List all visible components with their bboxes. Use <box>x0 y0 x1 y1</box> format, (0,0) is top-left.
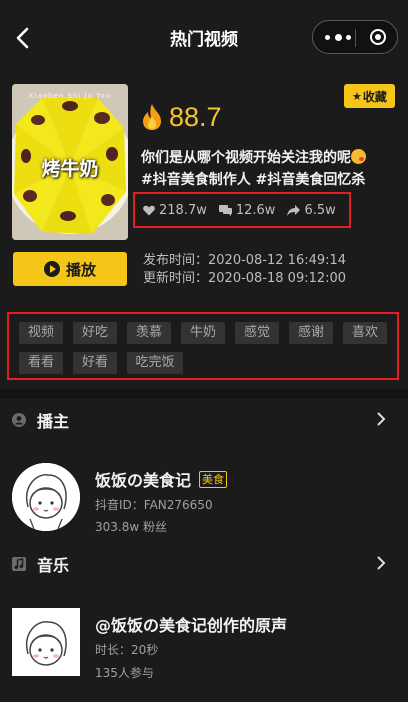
tag-item[interactable]: 好吃 <box>73 322 117 344</box>
video-stats: 218.7w 12.6w 6.5w <box>133 192 351 228</box>
music-cover[interactable] <box>12 608 80 676</box>
cover-top-text: Xiaoben Shi Ju You <box>28 92 112 100</box>
creator-name[interactable]: 饭饭の美食记 <box>95 467 191 491</box>
play-button[interactable]: 播放 <box>13 252 127 286</box>
update-time: 更新时间：2020-08-18 09:12:00 <box>143 271 347 286</box>
comments-count: 12.6w <box>235 202 276 218</box>
video-description: 你们是从哪个视频开始关注我的呢 #抖音美食制作人 #抖音美食回忆杀 <box>141 147 403 191</box>
video-thumbnail[interactable]: Xiaoben Shi Ju You 烤牛奶 <box>12 84 128 240</box>
tag-item[interactable]: 牛奶 <box>181 322 225 344</box>
video-times: 发布时间：2020-08-12 16:49:14 更新时间：2020-08-18… <box>143 252 346 288</box>
comments-stat: 12.6w <box>218 202 276 218</box>
creator-id: 抖音ID：FAN276650 <box>95 498 213 512</box>
hashtags: #抖音美食制作人 #抖音美食回忆杀 <box>141 172 366 188</box>
music-section-header[interactable]: 音乐 <box>12 550 396 578</box>
chevron-right-icon <box>377 556 386 570</box>
cartoon-girl-cover <box>12 608 80 676</box>
likes-stat: 218.7w <box>143 203 207 218</box>
music-section-label: 音乐 <box>37 556 70 575</box>
kiss-emoji-icon <box>351 149 366 164</box>
tag-list: 视频 好吃 羡慕 牛奶 感觉 感谢 喜欢 看看 好看 吃完饭 <box>7 312 399 380</box>
tag-item[interactable]: 好看 <box>73 352 117 374</box>
heart-icon <box>143 205 155 215</box>
music-duration: 时长：20秒 <box>95 643 159 657</box>
creator-name-row: 饭饭の美食记 美食 <box>95 467 228 491</box>
star-icon: ★ <box>352 89 362 103</box>
creator-section-label: 播主 <box>37 412 70 431</box>
flame-icon <box>143 104 161 130</box>
creator-avatar[interactable] <box>12 463 80 531</box>
shares-stat: 6.5w <box>287 202 336 218</box>
comment-icon <box>218 204 232 216</box>
chevron-right-icon <box>377 412 386 426</box>
miniprogram-capsule <box>312 20 398 54</box>
likes-count: 218.7w <box>159 202 207 218</box>
share-arrow-icon <box>287 204 301 216</box>
nav-bar: 热门视频 <box>0 0 408 74</box>
music-note-icon <box>12 557 26 571</box>
hot-score: 88.7 <box>141 100 222 134</box>
collect-label: 收藏 <box>362 89 387 104</box>
tag-item[interactable]: 感谢 <box>289 322 333 344</box>
category-badge: 美食 <box>199 470 228 488</box>
tag-item[interactable]: 看看 <box>19 352 63 374</box>
cartoon-girl-avatar <box>12 463 80 531</box>
creator-fans: 303.8w 粉丝 <box>95 520 167 534</box>
play-icon <box>43 261 60 277</box>
tag-item[interactable]: 吃完饭 <box>127 352 183 374</box>
close-miniprogram-icon[interactable] <box>370 29 386 45</box>
creator-section-header[interactable]: 播主 <box>12 406 396 434</box>
tag-item[interactable]: 羡慕 <box>127 322 171 344</box>
description-text: 你们是从哪个视频开始关注我的呢 <box>141 150 351 166</box>
music-participants: 135人参与 <box>95 666 154 680</box>
play-label: 播放 <box>65 260 96 279</box>
tag-item[interactable]: 感觉 <box>235 322 279 344</box>
music-name[interactable]: @饭饭の美食记创作的原声 <box>95 612 287 636</box>
publish-time: 发布时间：2020-08-12 16:49:14 <box>143 253 347 268</box>
cover-caption: 烤牛奶 <box>41 158 99 180</box>
capsule-divider <box>355 29 356 47</box>
creator-icon <box>12 413 26 427</box>
tag-item[interactable]: 视频 <box>19 322 63 344</box>
score-value: 88.7 <box>169 101 222 132</box>
section-divider <box>0 389 408 399</box>
collect-button[interactable]: ★ 收藏 <box>344 84 395 108</box>
shares-count: 6.5w <box>304 202 336 218</box>
tag-item[interactable]: 喜欢 <box>343 322 387 344</box>
more-options-icon[interactable] <box>325 32 351 42</box>
